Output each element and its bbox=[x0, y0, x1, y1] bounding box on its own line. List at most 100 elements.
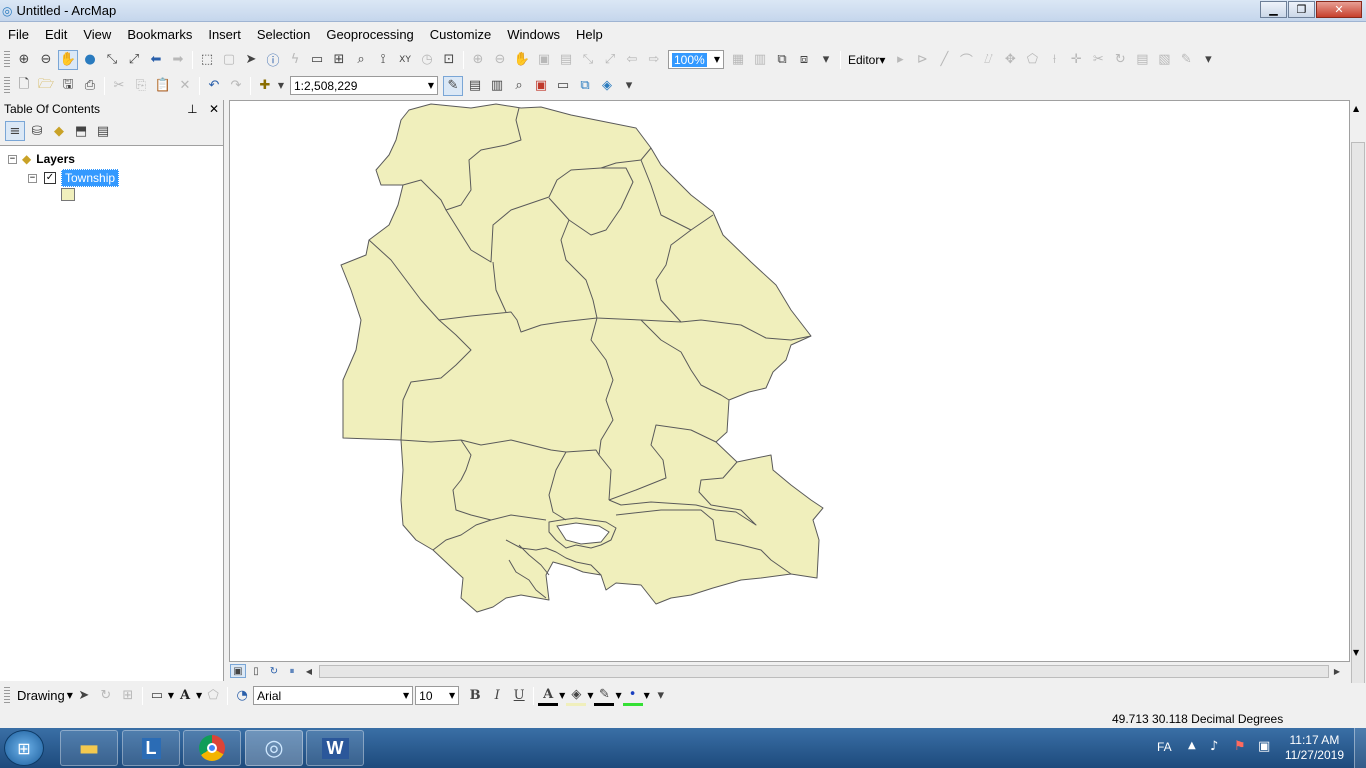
menu-bookmarks[interactable]: Bookmarks bbox=[119, 27, 200, 42]
editor-toolbar-icon[interactable]: ✎ bbox=[443, 75, 463, 96]
select-features-icon[interactable]: ⬚ bbox=[197, 50, 217, 70]
rotate-element-icon[interactable]: ↻ bbox=[96, 686, 116, 706]
pan-icon[interactable]: ✋ bbox=[58, 49, 78, 70]
add-data-dropdown-icon[interactable]: ▼ bbox=[277, 76, 285, 96]
search-window-icon[interactable]: ⌕ bbox=[509, 76, 529, 96]
menu-customize[interactable]: Customize bbox=[422, 27, 499, 42]
line-color-dropdown-icon[interactable]: ▼ bbox=[615, 691, 621, 700]
split-icon[interactable]: ✂ bbox=[1088, 50, 1108, 70]
zoom-100-icon[interactable]: ▤ bbox=[556, 50, 576, 70]
arcscene-icon[interactable]: ◈ bbox=[597, 76, 617, 96]
taskbar-chrome[interactable] bbox=[183, 730, 241, 766]
fill-color-icon[interactable]: ◈ bbox=[566, 686, 587, 706]
refresh-icon[interactable]: ↻ bbox=[266, 664, 282, 678]
marker-color-icon[interactable]: • bbox=[622, 686, 643, 706]
collapse-township-icon[interactable]: − bbox=[28, 173, 37, 183]
list-by-drawing-order-icon[interactable]: ≡ bbox=[5, 121, 25, 141]
copy-icon[interactable]: ⎘ bbox=[131, 76, 151, 96]
line-color-icon[interactable]: ✎ bbox=[594, 686, 615, 706]
list-by-selection-icon[interactable]: ⬒ bbox=[71, 121, 91, 141]
sketch-properties-icon[interactable]: ▧ bbox=[1154, 50, 1174, 70]
network-icon[interactable]: ▣ bbox=[1258, 739, 1270, 754]
paste-icon[interactable]: 📋 bbox=[153, 76, 173, 96]
font-style-icon[interactable]: ◔ bbox=[232, 686, 252, 706]
fixed-zoom-out-icon[interactable]: ⤢ bbox=[124, 50, 144, 70]
edit-vertices-drawing-icon[interactable]: ⬠ bbox=[203, 686, 223, 706]
list-by-visibility-icon[interactable]: ◆ bbox=[49, 121, 69, 141]
create-features-icon[interactable]: ✎ bbox=[1176, 50, 1196, 70]
reshape-icon[interactable]: ⟊ bbox=[1044, 50, 1064, 70]
print-icon[interactable]: ⎙ bbox=[80, 76, 100, 96]
layout-fixed-out-icon[interactable]: ⤢ bbox=[600, 50, 620, 70]
undo-icon[interactable]: ↶ bbox=[204, 76, 224, 96]
edit-tool-icon[interactable]: ▸ bbox=[890, 50, 910, 70]
menu-view[interactable]: View bbox=[75, 27, 119, 42]
font-family-combo[interactable]: Arial ▼ bbox=[253, 686, 414, 705]
identify-icon[interactable]: ⓘ bbox=[263, 50, 283, 70]
toggle-draft-icon[interactable]: ▦ bbox=[728, 50, 748, 70]
italic-icon[interactable]: I bbox=[487, 686, 507, 706]
toolbar-grip[interactable] bbox=[4, 50, 10, 69]
zoom-out-icon[interactable]: ⊖ bbox=[36, 50, 56, 70]
drawing-toolbar-overflow-icon[interactable]: ▾ bbox=[651, 686, 671, 706]
layout-zoom-out-icon[interactable]: ⊖ bbox=[490, 50, 510, 70]
menu-selection[interactable]: Selection bbox=[249, 27, 318, 42]
scroll-down-icon[interactable]: ▼ bbox=[1353, 648, 1359, 657]
toc-options-icon[interactable]: ▤ bbox=[93, 121, 113, 141]
new-document-icon[interactable]: 🗋 bbox=[14, 76, 34, 96]
zoom-in-icon[interactable]: ⊕ bbox=[14, 50, 34, 70]
drawing-menu[interactable]: Drawing bbox=[13, 688, 67, 703]
start-button[interactable]: ⊞ bbox=[4, 730, 44, 766]
back-extent-icon[interactable]: ⬅ bbox=[146, 50, 166, 70]
toc-close-icon[interactable]: ✕ bbox=[209, 102, 219, 116]
map-vertical-scrollbar[interactable]: ▲ ▼ bbox=[1350, 100, 1366, 742]
menu-insert[interactable]: Insert bbox=[200, 27, 249, 42]
catalog-window-icon[interactable]: ▥ bbox=[487, 76, 507, 96]
select-elements-icon[interactable]: ➤ bbox=[241, 50, 261, 70]
layers-group-label[interactable]: Layers bbox=[36, 152, 75, 166]
hyperlink-icon[interactable]: ϟ bbox=[285, 50, 305, 70]
change-layout-icon[interactable]: ⧉ bbox=[772, 50, 792, 70]
font-color-icon[interactable]: A bbox=[538, 686, 559, 706]
taskbar-word[interactable]: W bbox=[306, 730, 364, 766]
rectangle-icon[interactable]: ▭ bbox=[147, 686, 167, 706]
arctoolbox-icon[interactable]: ▣ bbox=[531, 76, 551, 96]
action-center-icon[interactable]: ⚑ bbox=[1234, 739, 1246, 754]
menu-edit[interactable]: Edit bbox=[37, 27, 75, 42]
cut-polygons-icon[interactable]: ✛ bbox=[1066, 50, 1086, 70]
pin-icon[interactable]: ⊥ bbox=[187, 102, 197, 116]
point-icon[interactable]: ✥ bbox=[1000, 50, 1020, 70]
time-slider-icon[interactable]: ◷ bbox=[417, 50, 437, 70]
layout-toolbar-overflow-icon[interactable]: ▾ bbox=[816, 50, 836, 70]
menu-windows[interactable]: Windows bbox=[499, 27, 568, 42]
toolbar-grip[interactable] bbox=[4, 686, 10, 705]
create-viewer-icon[interactable]: ⊡ bbox=[439, 50, 459, 70]
input-language[interactable]: FA bbox=[1157, 740, 1172, 754]
edit-vertices-icon[interactable]: ⬠ bbox=[1022, 50, 1042, 70]
straight-segment-icon[interactable]: ╱ bbox=[934, 50, 954, 70]
cut-icon[interactable]: ✂ bbox=[109, 76, 129, 96]
scroll-up-icon[interactable]: ▲ bbox=[1353, 104, 1359, 113]
menu-file[interactable]: File bbox=[0, 27, 37, 42]
clear-selection-icon[interactable]: ▢ bbox=[219, 50, 239, 70]
open-icon[interactable]: 🗁 bbox=[36, 76, 56, 96]
find-route-icon[interactable]: ⟟ bbox=[373, 50, 393, 70]
horizontal-scroll-thumb[interactable] bbox=[319, 664, 1329, 678]
select-elements-icon[interactable]: ➤ bbox=[74, 686, 94, 706]
data-driven-pages-icon[interactable]: ⧈ bbox=[794, 50, 814, 70]
table-of-contents-icon[interactable]: ▤ bbox=[465, 76, 485, 96]
volume-icon[interactable]: ♪ bbox=[1210, 739, 1218, 754]
township-visibility-checkbox[interactable]: ✓ bbox=[44, 172, 56, 184]
fill-color-dropdown-icon[interactable]: ▼ bbox=[587, 691, 593, 700]
show-desktop-button[interactable] bbox=[1354, 728, 1366, 768]
collapse-layers-icon[interactable]: − bbox=[8, 154, 17, 164]
map-display[interactable] bbox=[229, 100, 1350, 662]
layout-pan-icon[interactable]: ✋ bbox=[512, 50, 532, 70]
full-extent-icon[interactable]: ● bbox=[80, 50, 100, 70]
editor-menu[interactable]: Editor▾ bbox=[844, 53, 889, 67]
go-to-xy-icon[interactable]: XY bbox=[395, 50, 415, 70]
zoom-to-selected-elements-icon[interactable]: ⊞ bbox=[118, 686, 138, 706]
zoom-percent-combo[interactable]: 100% ▼ bbox=[668, 50, 724, 69]
map-scale-combo[interactable]: 1:2,508,229 ▼ bbox=[290, 76, 438, 95]
end-point-arc-icon[interactable]: ⌒ bbox=[956, 50, 976, 70]
